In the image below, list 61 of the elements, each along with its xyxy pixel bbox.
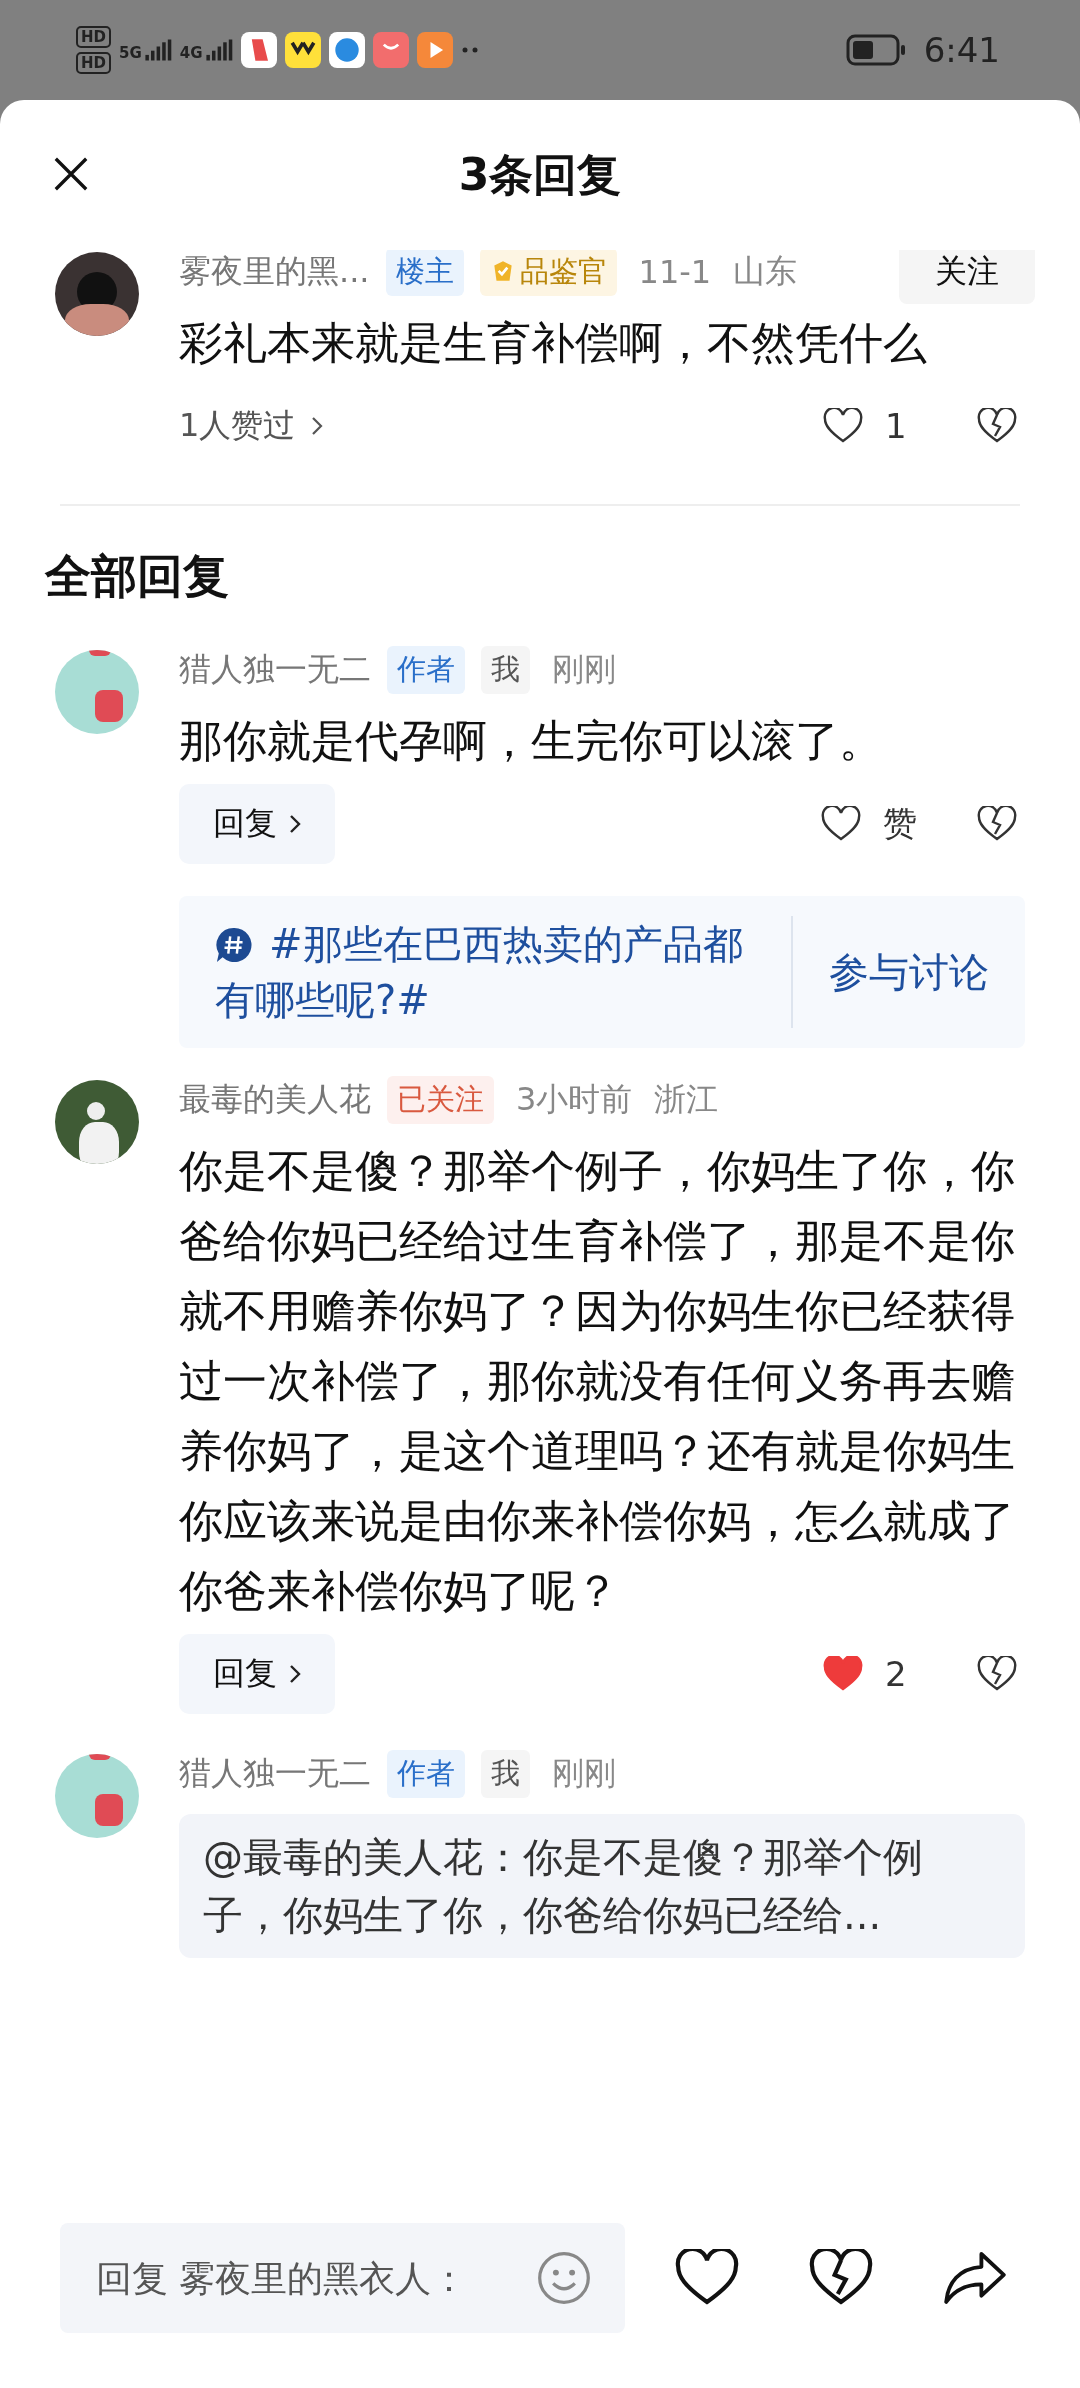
app-icon	[284, 32, 321, 68]
heart-icon[interactable]	[823, 408, 863, 444]
role-tag: 作者	[387, 646, 465, 694]
reply-input-field[interactable]: 回复 雾夜里的黑衣人：	[60, 2223, 625, 2333]
signal-icon	[143, 38, 172, 62]
broken-heart-icon[interactable]	[809, 2249, 873, 2307]
like-count: 2	[885, 1654, 908, 1694]
chevron-icon	[311, 416, 324, 436]
emoji-icon[interactable]	[537, 2251, 591, 2305]
author-name[interactable]: 雾夜里的黑...	[179, 250, 370, 294]
heart-icon[interactable]	[821, 806, 861, 842]
topic-link[interactable]: #那些在巴西热卖的产品都有哪些呢?#	[215, 916, 771, 1028]
app-icon	[372, 32, 409, 68]
role-tag: 我	[481, 1750, 530, 1798]
role-tag: 作者	[387, 1750, 465, 1798]
section-title: 全部回复	[43, 548, 230, 605]
sheet-title: 3条回复	[458, 147, 622, 202]
heart-icon[interactable]	[675, 2249, 739, 2307]
liked-by-link[interactable]: 1人赞过	[179, 404, 324, 448]
app-icon	[416, 32, 453, 68]
chevron-icon	[289, 814, 301, 834]
signal-icon	[204, 38, 233, 62]
comment-text: 那你就是代孕啊，生完你可以滚了。	[179, 714, 884, 768]
author-name[interactable]: 猎人独一无二	[179, 1752, 371, 1796]
like-count: 1	[885, 406, 908, 446]
role-tag: 已关注	[387, 1076, 494, 1124]
location: 山东	[733, 251, 798, 292]
broken-heart-icon[interactable]	[977, 1656, 1017, 1692]
post-time: 刚刚	[552, 1753, 616, 1794]
hashtag-icon	[215, 926, 253, 964]
author-name[interactable]: 最毒的美人花	[179, 1078, 371, 1122]
reply-button[interactable]: 回复	[179, 784, 335, 864]
app-icon	[240, 32, 277, 68]
sim-label: HD	[76, 26, 111, 48]
topic-card[interactable]: #那些在巴西热卖的产品都有哪些呢?# 参与讨论	[179, 896, 1025, 1048]
post-time: 11-1	[638, 253, 712, 291]
author-name[interactable]: 猎人独一无二	[179, 648, 371, 692]
join-discussion-link[interactable]: 参与讨论	[793, 944, 1025, 1000]
app-icon	[328, 32, 365, 68]
close-icon[interactable]	[52, 155, 90, 193]
chevron-icon	[289, 1664, 301, 1684]
comment-text: 你是不是傻？那举个例子，你妈生了你，你爸给你妈已经给过生育补偿了，那是不是你就不用赡养你妈了？因为你妈生你已经获得过一次补偿了，那你就没有任何义务再去赡养你妈了，是这个道理吗？还有就是你妈生你应该来说是由你来补偿你妈，怎么就成了你爸来补偿你妈了呢？	[179, 1144, 1016, 1618]
reply-button[interactable]: 回复	[179, 1634, 335, 1714]
follow-button[interactable]: 关注	[899, 250, 1035, 304]
like-count: 赞	[883, 802, 917, 845]
share-icon[interactable]	[943, 2249, 1007, 2307]
battery-icon	[845, 34, 906, 66]
broken-heart-icon[interactable]	[977, 806, 1017, 842]
post-time: 刚刚	[552, 649, 616, 690]
post-time: 3小时前	[516, 1079, 633, 1120]
location: 浙江	[654, 1079, 719, 1120]
network-label: 4G	[179, 44, 203, 62]
role-tag: 楼主	[385, 250, 464, 296]
clock-time: 6:41	[923, 30, 1000, 70]
role-tag: 品鉴官	[479, 250, 617, 296]
quoted-comment: @最毒的美人花：你是不是傻？那举个例子，你妈生了你，你爸给你妈已经给...	[179, 1814, 1025, 1958]
role-tag: 我	[481, 646, 530, 694]
sim-label: HD	[76, 52, 111, 74]
broken-heart-icon[interactable]	[977, 408, 1017, 444]
comment-text: 彩礼本来就是生育补偿啊，不然凭什么	[179, 316, 928, 370]
network-label: 5G	[119, 44, 142, 62]
